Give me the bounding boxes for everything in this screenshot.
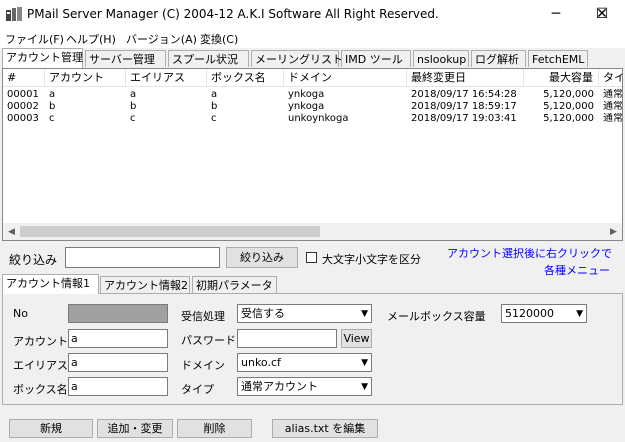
- col-header-last-modified[interactable]: 最終変更日: [407, 69, 524, 87]
- domain-select-value: unko.cf: [241, 356, 281, 369]
- hint-text-line1: アカウント選択後に右クリックで: [447, 247, 612, 260]
- hint-text-line2: 各種メニュー: [544, 264, 610, 277]
- account-label: アカウント: [13, 335, 68, 348]
- scroll-right-icon[interactable]: ▶: [605, 223, 622, 240]
- cell-type: 通常: [603, 101, 623, 112]
- menu-file[interactable]: ファイル(F): [5, 31, 64, 47]
- capacity-select[interactable]: 5120000 ▼: [501, 304, 587, 323]
- delete-button[interactable]: 削除: [177, 419, 252, 438]
- chevron-down-icon: ▼: [361, 358, 368, 368]
- tab-mailing-list[interactable]: メーリングリスト: [251, 50, 343, 67]
- cell-last-modified: 2018/09/17 18:59:17: [411, 101, 517, 112]
- no-field: [68, 304, 168, 323]
- tab-log-analysis[interactable]: ログ解析: [471, 50, 526, 67]
- cell-alias: a: [130, 89, 137, 100]
- close-button[interactable]: ✕: [579, 0, 625, 28]
- chevron-down-icon: ▼: [361, 309, 368, 319]
- cell-account: c: [49, 113, 55, 124]
- receive-label: 受信処理: [181, 310, 225, 323]
- cell-domain: ynkoga: [288, 89, 325, 100]
- account-list[interactable]: # アカウント エイリアス ボックス名 ドメイン 最終変更日 最大容量 タイ 0…: [2, 68, 623, 241]
- account-input[interactable]: a: [68, 329, 168, 348]
- receive-select-value: 受信する: [241, 307, 285, 320]
- cell-domain: unkoynkoga: [288, 113, 349, 124]
- domain-select[interactable]: unko.cf ▼: [237, 353, 372, 372]
- tab-nslookup[interactable]: nslookup: [413, 50, 469, 67]
- box-name-input[interactable]: a: [68, 377, 168, 396]
- col-header-number[interactable]: #: [3, 69, 45, 87]
- cell-max-capacity: 5,120,000: [543, 113, 594, 124]
- cell-account: a: [49, 89, 56, 100]
- receive-select[interactable]: 受信する ▼: [237, 304, 372, 323]
- tab-server-management[interactable]: サーバー管理: [85, 50, 166, 67]
- password-label: パスワード: [181, 334, 236, 347]
- scroll-left-icon[interactable]: ◀: [3, 223, 20, 240]
- cell-type: 通常: [603, 89, 623, 100]
- cell-box-name: b: [211, 101, 218, 112]
- case-sensitive-label: 大文字小文字を区分: [322, 253, 421, 266]
- col-header-domain[interactable]: ドメイン: [284, 69, 407, 87]
- table-row[interactable]: 00002 b b b ynkoga 2018/09/17 18:59:17 5…: [3, 101, 622, 113]
- minimize-button[interactable]: ─: [533, 0, 579, 28]
- cell-alias: b: [130, 101, 137, 112]
- horizontal-scrollbar[interactable]: ◀ ▶: [3, 223, 622, 240]
- type-label: タイプ: [181, 383, 214, 396]
- scrollbar-thumb[interactable]: [20, 226, 320, 237]
- chevron-down-icon: ▼: [576, 309, 583, 319]
- type-select-value: 通常アカウント: [241, 380, 318, 393]
- alias-input[interactable]: a: [68, 353, 168, 372]
- col-header-max-capacity[interactable]: 最大容量: [524, 69, 599, 87]
- cell-max-capacity: 5,120,000: [543, 89, 594, 100]
- filter-label: 絞り込み: [9, 253, 58, 267]
- menu-version[interactable]: バージョン(A): [126, 31, 197, 47]
- password-input[interactable]: [237, 329, 337, 348]
- menu-convert[interactable]: 変換(C): [200, 31, 238, 47]
- col-header-type[interactable]: タイ: [599, 69, 622, 87]
- cell-number: 00002: [7, 101, 39, 112]
- domain-label: ドメイン: [181, 359, 225, 372]
- cell-last-modified: 2018/09/17 16:54:28: [411, 89, 517, 100]
- tab-imd-tool[interactable]: IMD ツール: [341, 50, 411, 67]
- table-row[interactable]: 00003 c c c unkoynkoga 2018/09/17 19:03:…: [3, 113, 622, 125]
- table-row[interactable]: 00001 a a a ynkoga 2018/09/17 16:54:28 5…: [3, 89, 622, 101]
- cell-box-name: c: [211, 113, 217, 124]
- alias-label: エイリアス: [13, 359, 68, 372]
- cell-last-modified: 2018/09/17 19:03:41: [411, 113, 517, 124]
- cell-number: 00003: [7, 113, 39, 124]
- tab-account-info-2[interactable]: アカウント情報2: [100, 276, 190, 293]
- tab-account-info-1[interactable]: アカウント情報1: [2, 274, 99, 294]
- col-header-box-name[interactable]: ボックス名: [207, 69, 284, 87]
- cell-box-name: a: [211, 89, 218, 100]
- cell-domain: ynkoga: [288, 101, 325, 112]
- cell-type: 通常: [603, 113, 623, 124]
- window-title: PMail Server Manager (C) 2004-12 A.K.I S…: [27, 7, 439, 21]
- col-header-alias[interactable]: エイリアス: [126, 69, 207, 87]
- col-header-account[interactable]: アカウント: [45, 69, 126, 87]
- cell-alias: c: [130, 113, 136, 124]
- capacity-label: メールボックス容量: [387, 310, 486, 323]
- case-sensitive-checkbox[interactable]: [306, 252, 317, 263]
- capacity-select-value: 5120000: [505, 307, 554, 320]
- tab-spool-status[interactable]: スプール状況: [168, 50, 249, 67]
- add-change-button[interactable]: 追加・変更: [97, 419, 173, 438]
- type-select[interactable]: 通常アカウント ▼: [237, 377, 372, 396]
- filter-input[interactable]: [65, 247, 220, 268]
- app-icon: [6, 7, 22, 21]
- view-password-button[interactable]: View: [341, 329, 372, 348]
- edit-alias-button[interactable]: alias.txt を編集: [272, 419, 378, 438]
- tab-fetcheml[interactable]: FetchEML: [528, 50, 588, 67]
- new-button[interactable]: 新規: [9, 419, 93, 438]
- cell-account: b: [49, 101, 56, 112]
- box-name-label: ボックス名: [13, 383, 68, 396]
- menu-help[interactable]: ヘルプ(H): [66, 31, 116, 47]
- chevron-down-icon: ▼: [361, 382, 368, 392]
- tab-account-management[interactable]: アカウント管理: [2, 48, 83, 68]
- filter-button[interactable]: 絞り込み: [226, 247, 298, 268]
- tab-initial-parameters[interactable]: 初期パラメータ: [192, 276, 277, 293]
- cell-max-capacity: 5,120,000: [543, 101, 594, 112]
- cell-number: 00001: [7, 89, 39, 100]
- no-label: No: [13, 307, 28, 320]
